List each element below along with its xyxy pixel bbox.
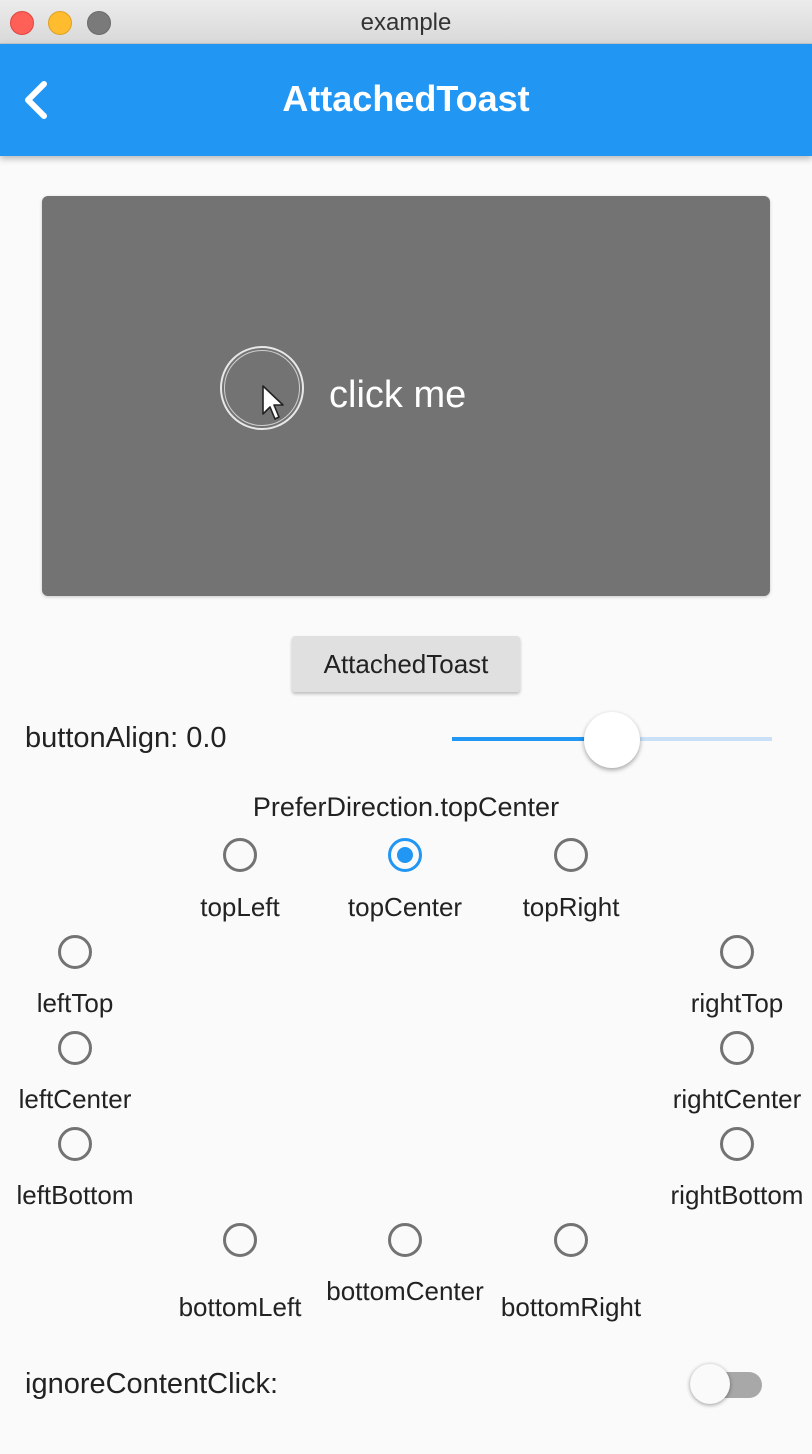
radio-bottomCenter[interactable] (388, 1223, 422, 1257)
radio-label-rightTop: rightTop (690, 988, 784, 1018)
radio-label-rightBottom: rightBottom (670, 1180, 804, 1210)
radio-leftTop[interactable] (58, 935, 92, 969)
slider-thumb[interactable] (584, 712, 640, 768)
radio-rightBottom[interactable] (720, 1127, 754, 1161)
button-align-label: buttonAlign: 0.0 (25, 722, 227, 754)
radio-topLeft[interactable] (223, 838, 257, 872)
radio-label-rightCenter: rightCenter (672, 1084, 802, 1114)
radio-label-topLeft: topLeft (200, 892, 280, 922)
app-bar: AttachedToast (0, 44, 812, 156)
radio-label-bottomLeft: bottomLeft (178, 1292, 302, 1322)
window-titlebar: example (0, 0, 812, 44)
radio-bottomRight[interactable] (554, 1223, 588, 1257)
radio-topRight[interactable] (554, 838, 588, 872)
mouse-cursor-icon (262, 385, 284, 420)
click-me-label: click me (329, 374, 467, 416)
switch-thumb[interactable] (690, 1364, 730, 1404)
radio-bottomLeft[interactable] (223, 1223, 257, 1257)
radio-label-leftTop: leftTop (36, 988, 114, 1018)
prefer-direction-title: PreferDirection.topCenter (252, 792, 560, 822)
radio-label-topCenter: topCenter (347, 892, 463, 922)
radio-topCenter[interactable] (388, 838, 422, 872)
window-title: example (360, 9, 452, 36)
radio-rightTop[interactable] (720, 935, 754, 969)
radio-leftCenter[interactable] (58, 1031, 92, 1065)
radio-label-leftCenter: leftCenter (18, 1084, 132, 1114)
attached-toast-button[interactable]: AttachedToast (292, 636, 520, 692)
page-title: AttachedToast (282, 78, 530, 119)
radio-leftBottom[interactable] (58, 1127, 92, 1161)
radio-label-leftBottom: leftBottom (16, 1180, 134, 1210)
radio-label-bottomCenter: bottomCenter (326, 1276, 484, 1306)
radio-label-bottomRight: bottomRight (500, 1292, 642, 1322)
radio-label-topRight: topRight (522, 892, 620, 922)
click-content-area[interactable]: click me (42, 196, 770, 596)
radio-rightCenter[interactable] (720, 1031, 754, 1065)
ignore-content-click-label: ignoreContentClick: (25, 1368, 279, 1400)
